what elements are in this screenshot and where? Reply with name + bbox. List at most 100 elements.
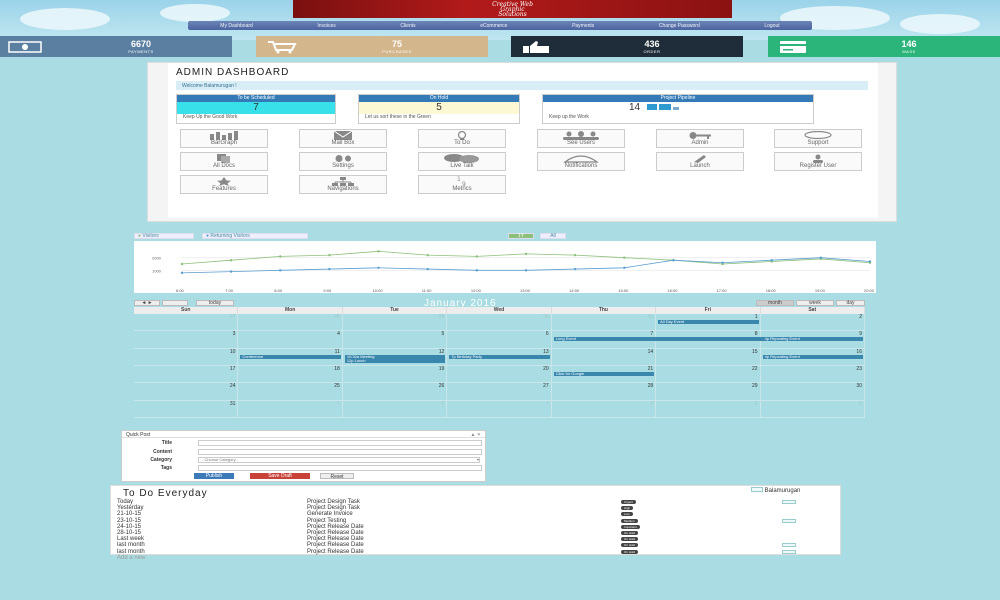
tile-launch[interactable]: Launch	[656, 152, 744, 171]
tile-navigations[interactable]: Navigations	[299, 175, 387, 194]
todo-checkbox[interactable]	[782, 518, 796, 523]
data-point[interactable]	[377, 266, 380, 269]
data-point[interactable]	[524, 269, 528, 272]
day-cell[interactable]: 15	[656, 348, 761, 366]
calendar-event[interactable]: Click for Google	[553, 372, 655, 376]
toggle-all[interactable]: All	[540, 233, 566, 239]
day-cell[interactable]: 5	[342, 331, 448, 349]
day-cell[interactable]: 28	[551, 383, 657, 401]
data-point[interactable]	[573, 253, 577, 257]
day-cell[interactable]: 10	[134, 348, 239, 366]
tile-mail-box[interactable]: Mail Box	[299, 129, 387, 148]
todo-row[interactable]: last month Project Release Date On Hold	[117, 549, 837, 555]
todo-row[interactable]: 24-10-15 Project Release Date Important	[117, 524, 837, 530]
data-point[interactable]	[524, 252, 528, 256]
day-cell[interactable]: 1	[238, 400, 343, 418]
tile-support[interactable]: Support	[774, 129, 862, 148]
todo-row[interactable]: 23-10-15 Project Testing Medium	[117, 518, 837, 524]
tile-metrics[interactable]: 1 9 Metrics	[418, 175, 506, 194]
data-point[interactable]	[475, 255, 479, 258]
nav-payments[interactable]: Payments	[572, 23, 594, 29]
data-point[interactable]	[229, 270, 233, 273]
nav-clients[interactable]: Clients	[400, 23, 415, 29]
day-cell[interactable]: 30	[760, 383, 865, 401]
day-cell[interactable]: 22	[656, 366, 761, 384]
day-cell[interactable]: 3	[447, 400, 552, 418]
todo-user[interactable]: Balamurugan	[751, 487, 800, 494]
reset-button[interactable]: Reset	[320, 473, 354, 480]
content-input[interactable]	[198, 449, 482, 455]
tile-features[interactable]: Features	[180, 175, 268, 194]
tile-register-user[interactable]: Register User	[774, 152, 862, 171]
day-cell[interactable]: 18	[238, 366, 343, 384]
stat-mass[interactable]: 146 MASS	[768, 36, 1000, 57]
calendar-event[interactable]: 4p Repeating Event	[762, 337, 863, 342]
data-point[interactable]	[279, 269, 282, 272]
day-cell[interactable]: 27	[447, 383, 552, 401]
data-point[interactable]	[868, 260, 872, 263]
day-cell[interactable]: 20	[447, 366, 552, 384]
data-point[interactable]	[623, 266, 626, 269]
day-cell[interactable]: 31	[551, 314, 657, 332]
todo-checkbox[interactable]	[782, 543, 796, 548]
collapse-icon[interactable]: ▲ ✕	[470, 432, 481, 438]
data-point[interactable]	[279, 255, 282, 258]
calendar-event[interactable]: All Day Event	[658, 320, 759, 324]
data-point[interactable]	[573, 267, 577, 271]
data-point[interactable]	[623, 256, 626, 259]
day-cell[interactable]: 4	[551, 400, 657, 418]
tile-see-users[interactable]: See Users	[537, 129, 625, 148]
calendar-view-day[interactable]: day	[836, 300, 865, 306]
calendar-event[interactable]: 4p Repeating Event	[762, 354, 863, 359]
tile-admin[interactable]: Admin	[656, 129, 744, 148]
day-cell[interactable]: 14	[551, 348, 657, 366]
todo-row[interactable]: 21-10-15 Generate Invoice Low	[117, 511, 837, 517]
data-point[interactable]	[328, 267, 331, 271]
panel-to-be-scheduled[interactable]: To be Scheduled 7 Keep Up the Good Work	[176, 94, 336, 124]
nav-ecommerce[interactable]: eCommerce	[480, 23, 507, 29]
calendar-event[interactable]: 10:30a Meeting	[344, 354, 446, 359]
data-point[interactable]	[770, 259, 773, 262]
day-cell[interactable]: 29	[342, 314, 448, 332]
day-cell[interactable]: 6	[447, 331, 552, 349]
todo-row[interactable]: last month Project Release Date On Hold	[117, 542, 837, 548]
todo-row[interactable]: Today Project Design Task Urgent	[117, 499, 837, 505]
nav-invoices[interactable]: Invoices	[317, 23, 335, 29]
day-cell[interactable]: 27	[134, 314, 239, 332]
data-point[interactable]	[180, 262, 184, 266]
data-point[interactable]	[180, 271, 184, 275]
day-cell[interactable]: 2	[760, 314, 865, 332]
day-cell[interactable]: 4	[238, 331, 343, 349]
nav-change-password[interactable]: Change Password	[659, 23, 700, 29]
publish-button[interactable]: Publish	[194, 473, 234, 479]
add-todo-link[interactable]: Add a new	[117, 555, 837, 561]
day-cell[interactable]: 26	[342, 383, 448, 401]
save-draft-button[interactable]: Save Draft	[250, 473, 310, 479]
data-point[interactable]	[426, 253, 429, 257]
todo-row[interactable]: Last week Project Release Date On Hold	[117, 536, 837, 542]
day-cell[interactable]: 19	[342, 366, 448, 384]
day-cell[interactable]: 31	[134, 400, 239, 418]
tile-live-talk[interactable]: Live Talk	[418, 152, 506, 171]
tile-to-do[interactable]: To Do	[418, 129, 506, 148]
legend-visitors[interactable]: ● Visitors	[134, 233, 194, 239]
category-select[interactable]: - Choose Category - ▾	[198, 457, 480, 463]
day-cell[interactable]: 23	[760, 366, 865, 384]
todo-checkbox[interactable]	[782, 500, 796, 504]
calendar-prev-button[interactable]: ◄ ►	[134, 300, 160, 306]
day-cell[interactable]: 2	[342, 400, 448, 418]
stat-payments[interactable]: 6670 PAYMENTS	[0, 36, 232, 57]
day-cell[interactable]: 24	[134, 383, 239, 401]
day-cell[interactable]: 25	[238, 383, 343, 401]
calendar-today-button[interactable]: today	[196, 300, 234, 306]
todo-checkbox[interactable]	[782, 549, 796, 554]
data-point[interactable]	[819, 256, 823, 259]
panel-on-hold[interactable]: On Hold 5 Let us sort these in the Green	[358, 94, 520, 124]
data-point[interactable]	[721, 261, 724, 264]
toggle-1y[interactable]: 1Y	[508, 233, 534, 239]
data-point[interactable]	[672, 259, 675, 262]
calendar-view-week[interactable]: week	[796, 300, 834, 306]
nav-logout[interactable]: Logout	[764, 23, 779, 29]
data-point[interactable]	[475, 269, 479, 272]
day-cell[interactable]: 3	[134, 331, 239, 349]
